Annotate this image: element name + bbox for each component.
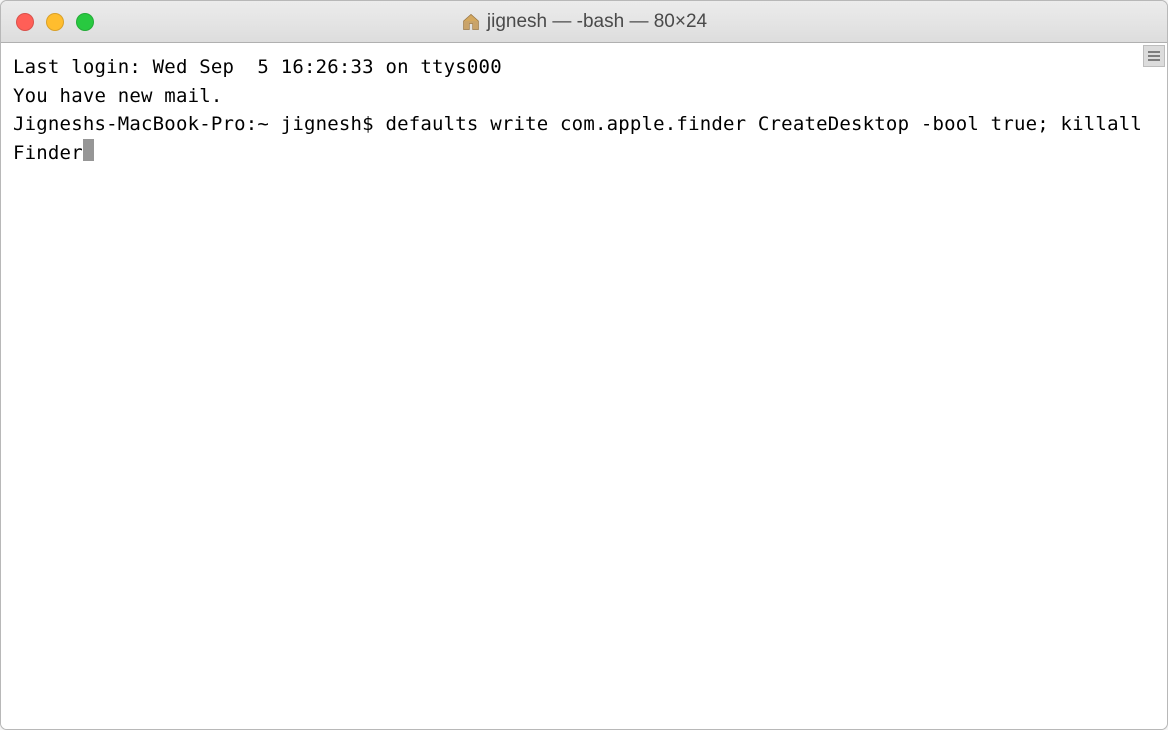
cursor-icon: [83, 139, 94, 161]
content-area: Last login: Wed Sep 5 16:26:33 on ttys00…: [1, 43, 1167, 729]
minimize-button[interactable]: [46, 13, 64, 31]
home-icon: [461, 12, 481, 32]
terminal-prompt: Jigneshs-MacBook-Pro:~ jignesh$: [13, 113, 385, 135]
terminal-window: jignesh — -bash — 80×24 Last login: Wed …: [0, 0, 1168, 730]
terminal-line-mail: You have new mail.: [13, 85, 223, 107]
hamburger-lines-icon: [1148, 51, 1160, 61]
titlebar[interactable]: jignesh — -bash — 80×24: [1, 1, 1167, 43]
close-button[interactable]: [16, 13, 34, 31]
terminal-body[interactable]: Last login: Wed Sep 5 16:26:33 on ttys00…: [1, 43, 1167, 729]
terminal-line-login: Last login: Wed Sep 5 16:26:33 on ttys00…: [13, 56, 502, 78]
title-wrap: jignesh — -bash — 80×24: [1, 11, 1167, 33]
maximize-button[interactable]: [76, 13, 94, 31]
traffic-lights: [1, 13, 94, 31]
scroll-indicator-icon[interactable]: [1143, 45, 1165, 67]
window-title: jignesh — -bash — 80×24: [487, 11, 707, 33]
